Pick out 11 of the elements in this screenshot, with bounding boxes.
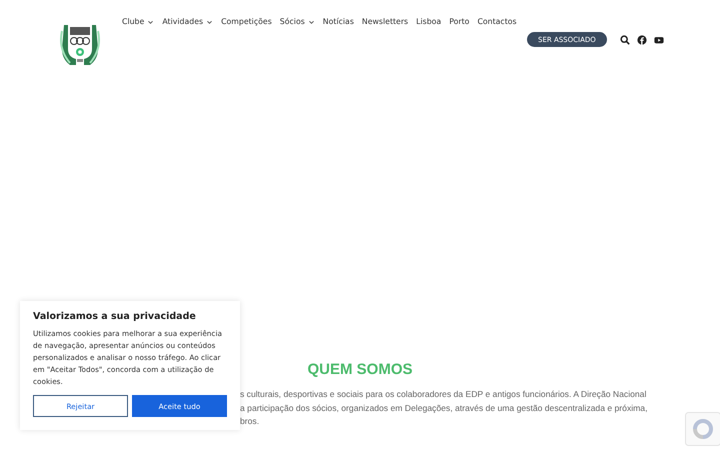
youtube-icon[interactable] xyxy=(654,34,664,44)
banner-title: Valorizamos a sua privacidade xyxy=(33,311,197,322)
section-heading: QUEM SOMOS xyxy=(307,360,412,380)
facebook-icon[interactable] xyxy=(636,34,647,44)
paragraph-line: s culturais, desportivas e sociais para os colaboradores da EDP e antigos funcionários. A Direção Nacional xyxy=(240,388,648,401)
chevron-down-icon[interactable] xyxy=(147,20,154,24)
paragraph-line: bros. xyxy=(240,415,260,428)
paragraph-line: a participação dos sócios, organizados em Delegações, através de uma gestão descentralizada e próxima, xyxy=(240,402,648,415)
chevron-down-icon[interactable] xyxy=(308,20,315,24)
chevron-down-icon[interactable] xyxy=(206,20,214,24)
search-icon[interactable] xyxy=(620,34,630,44)
